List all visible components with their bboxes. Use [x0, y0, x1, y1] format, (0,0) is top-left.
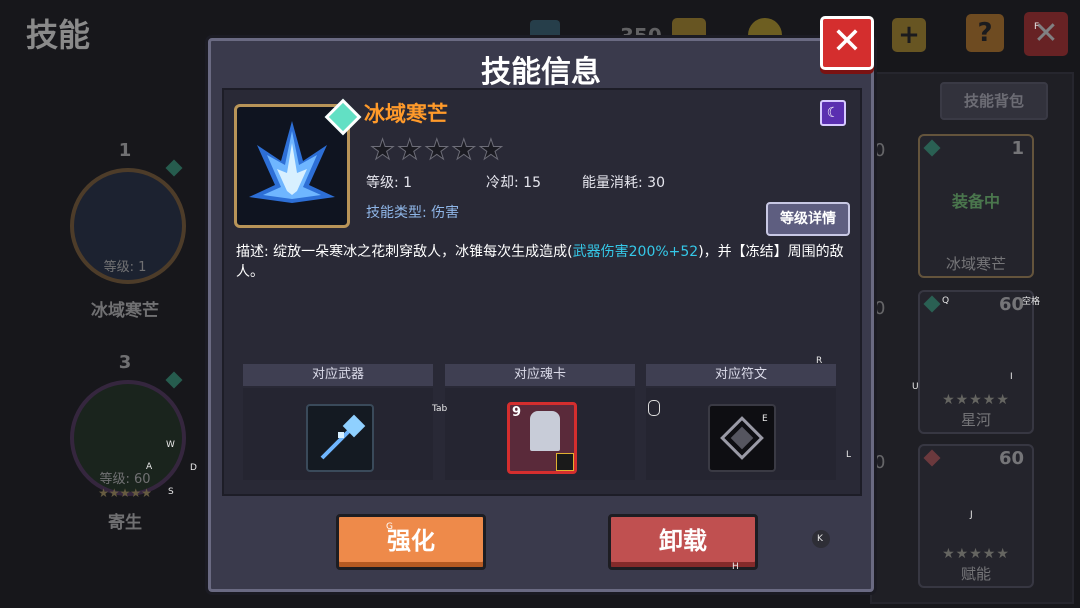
- slot-header-soul-card: 对应魂卡: [445, 364, 635, 386]
- portrait-icon: [530, 411, 560, 451]
- tab-skill-bag[interactable]: 技能背包: [940, 82, 1048, 120]
- skill-name: 冰域寒芒: [364, 102, 448, 126]
- key-hint-f: F: [1034, 22, 1040, 32]
- page-close-icon[interactable]: ✕: [1024, 12, 1068, 56]
- key-hint-e: E: [762, 414, 768, 424]
- ice-staff-graphic: [320, 414, 366, 460]
- bag-card-galaxy[interactable]: 60 ★★★★★ 星河: [918, 290, 1034, 434]
- key-hint-space: 空格: [1022, 297, 1041, 307]
- key-hint-tab: Tab: [432, 404, 448, 414]
- skull-icon: [556, 453, 574, 471]
- gem-badge-icon: [165, 159, 183, 177]
- equipped-slot-3[interactable]: 3 等级: 60 ★★★★★ 寄生: [50, 350, 200, 533]
- ice-staff-icon[interactable]: [306, 404, 374, 472]
- ice-bloom-icon: [249, 121, 335, 203]
- dialog-close-button[interactable]: ✕: [820, 16, 874, 70]
- equipped-label: 装备中: [951, 192, 1000, 211]
- strengthen-button[interactable]: 强化: [336, 514, 486, 570]
- key-hint-w: W: [166, 440, 175, 450]
- skill-description: 描述: 绽放一朵寒冰之花刺穿敌人，冰锥每次生成造成(武器伤害200%+52)，并…: [236, 242, 846, 282]
- card-name: 星河: [960, 411, 991, 429]
- partial-level: 0: [874, 452, 886, 473]
- slot-level: 等级: 60: [99, 472, 151, 487]
- damage-formula: 武器伤害200%+52: [572, 244, 699, 260]
- moon-badge-icon: ☾: [820, 100, 846, 126]
- skill-cooldown: 冷却: 15: [486, 175, 541, 191]
- card-level: 9: [512, 405, 522, 420]
- slot-number: 1: [118, 140, 132, 161]
- slot-name: 冰域寒芒: [91, 301, 159, 321]
- help-icon[interactable]: ?: [966, 14, 1004, 52]
- gem-badge-icon: [923, 139, 941, 157]
- key-hint-h: H: [732, 562, 739, 572]
- description-text: 描述: 绽放一朵寒冰之花刺穿敌人，冰锥每次生成造成(: [236, 244, 573, 260]
- partial-level: 0: [874, 298, 886, 319]
- slot-header-weapon: 对应武器: [243, 364, 433, 386]
- key-hint-u: U: [912, 382, 919, 392]
- partial-level: 0: [874, 140, 886, 161]
- gem-badge-icon: [165, 371, 183, 389]
- skill-stars: ★★★★★: [370, 133, 506, 167]
- level-details-button[interactable]: 等级详情: [766, 202, 850, 236]
- key-hint-k: K: [817, 534, 823, 544]
- dialog-title: 技能信息: [481, 55, 601, 90]
- soul-card-icon[interactable]: 9: [507, 402, 577, 474]
- card-stars: ★★★★★: [942, 392, 1010, 408]
- key-hint-g: G: [386, 522, 393, 532]
- key-hint-d: D: [190, 463, 197, 473]
- bag-card-ice[interactable]: 1 装备中 冰域寒芒: [918, 134, 1034, 278]
- page-title: 技能: [26, 16, 91, 54]
- slot-name: 寄生: [108, 513, 142, 533]
- plus-icon[interactable]: +: [892, 18, 926, 52]
- key-hint-r: R: [816, 356, 823, 366]
- card-name: 冰域寒芒: [945, 255, 1006, 273]
- bag-card-empower[interactable]: 60 ★★★★★ 赋能: [918, 444, 1034, 588]
- slot-header-rune: 对应符文: [646, 364, 836, 386]
- card-level: 1: [1011, 138, 1024, 159]
- slot-level: 等级: 1: [103, 260, 147, 275]
- equipped-slot-1[interactable]: 1 等级: 1 冰域寒芒: [50, 138, 200, 321]
- card-stars: ★★★★★: [942, 546, 1010, 562]
- gem-badge-icon: [923, 295, 941, 313]
- slot-stars: ★★★★★: [98, 486, 152, 500]
- skill-energy-cost: 能量消耗: 30: [582, 175, 665, 191]
- slot-number: 3: [118, 352, 132, 373]
- key-hint-a: A: [146, 462, 153, 472]
- key-hint-l: L: [846, 450, 852, 460]
- key-hint-i: I: [1010, 372, 1013, 382]
- key-hint-j: J: [970, 510, 973, 520]
- key-hint-s: S: [168, 487, 174, 497]
- skill-type: 技能类型: 伤害: [366, 205, 460, 221]
- skill-level: 等级: 1: [366, 175, 413, 191]
- card-level: 60: [998, 294, 1024, 315]
- key-hint-q: Q: [942, 296, 950, 306]
- card-name: 赋能: [960, 565, 991, 583]
- gem-badge-icon: [923, 449, 941, 467]
- card-level: 60: [998, 448, 1024, 469]
- mouse-icon: [648, 400, 660, 416]
